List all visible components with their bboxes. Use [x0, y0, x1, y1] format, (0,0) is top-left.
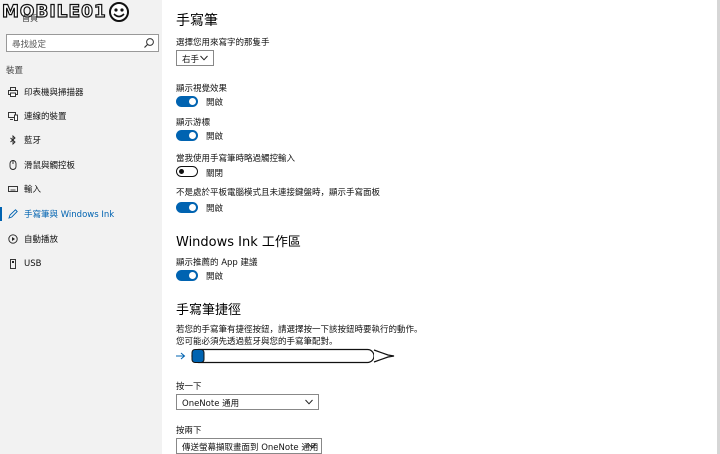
usb-icon — [8, 259, 18, 269]
toggle-label: 不是處於平板電腦模式且未連接鍵盤時，顯示手寫面板 — [176, 188, 381, 198]
double-click-dropdown[interactable]: 傳送螢幕擷取畫面到 OneNote 通用 — [176, 438, 322, 454]
double-click-label: 按兩下 — [176, 426, 202, 436]
sidebar-item-autoplay[interactable]: 自動播放 — [0, 228, 162, 250]
sidebar-item-label: USB — [24, 259, 42, 269]
chevron-down-icon — [308, 443, 316, 449]
sidebar-item-pen-windows-ink[interactable]: 手寫筆與 Windows Ink — [0, 203, 162, 225]
ignore-touch-toggle[interactable] — [176, 166, 198, 177]
devices-icon — [8, 111, 18, 121]
search-box[interactable]: 尋找設定 — [6, 34, 159, 52]
hand-choice-value: 右手 — [182, 55, 200, 65]
hand-choice-label: 選擇您用來寫字的那隻手 — [176, 38, 270, 48]
sidebar-item-printers[interactable]: 印表機與掃描器 — [0, 81, 162, 103]
sidebar-item-usb[interactable]: USB — [0, 253, 162, 275]
sidebar-item-label: 藍牙 — [24, 136, 42, 146]
sidebar-item-mouse-touchpad[interactable]: 滑鼠與觸控板 — [0, 154, 162, 176]
keyboard-icon — [8, 184, 18, 194]
show-visual-effects-toggle[interactable] — [176, 96, 198, 107]
sidebar-item-label: 滑鼠與觸控板 — [24, 161, 76, 171]
show-handwriting-panel-toggle[interactable] — [176, 202, 198, 213]
windows-ink-heading: Windows Ink 工作區 — [176, 235, 301, 250]
sidebar-item-label: 手寫筆與 Windows Ink — [24, 210, 115, 220]
pen-shortcuts-heading: 手寫筆捷徑 — [176, 303, 242, 318]
app-suggestions-toggle[interactable] — [176, 270, 198, 281]
printer-icon — [8, 87, 18, 97]
toggle-label: 顯示視覺效果 — [176, 84, 228, 94]
sidebar-item-label: 印表機與掃描器 — [24, 88, 84, 98]
search-icon[interactable] — [143, 37, 155, 49]
toggle-label: 顯示游標 — [176, 118, 211, 128]
autoplay-icon — [8, 234, 18, 244]
chevron-down-icon — [200, 55, 208, 61]
toggle-label: 顯示推薦的 App 建議 — [176, 258, 258, 268]
click-once-label: 按一下 — [176, 382, 202, 392]
click-once-dropdown[interactable]: OneNote 通用 — [176, 394, 319, 410]
sidebar-item-label: 輸入 — [24, 185, 42, 195]
toggle-label: 當我使用手寫筆時略過觸控輸入 — [176, 154, 296, 164]
home-link[interactable]: 首頁 — [22, 13, 38, 24]
shortcuts-description: 若您的手寫筆有捷徑按鈕，請選擇按一下該按鈕時要執行的動作。 — [176, 325, 423, 335]
logo-text: MOBILE01 — [1, 1, 107, 22]
section-title: 裝置 — [6, 66, 24, 76]
toggle-state: 開啟 — [206, 204, 224, 214]
search-input[interactable]: 尋找設定 — [12, 38, 46, 50]
sidebar-item-label: 自動播放 — [24, 235, 59, 245]
toggle-state: 開啟 — [206, 272, 224, 282]
pen-illustration — [176, 348, 395, 364]
page-title: 手寫筆 — [176, 13, 218, 29]
mouse-icon — [8, 160, 18, 170]
pen-icon — [8, 209, 18, 219]
toggle-state: 開啟 — [206, 98, 224, 108]
sidebar-item-bluetooth[interactable]: 藍牙 — [0, 129, 162, 151]
sidebar: MOBILE01 首頁 尋找設定 裝置 印表機與掃描器 連線的裝置 藍牙 滑鼠與… — [0, 0, 162, 454]
active-indicator — [0, 207, 2, 221]
show-cursor-toggle[interactable] — [176, 130, 198, 141]
chevron-down-icon — [305, 399, 313, 405]
double-click-value: 傳送螢幕擷取畫面到 OneNote 通用 — [182, 443, 319, 453]
settings-content: 手寫筆 選擇您用來寫字的那隻手 右手 顯示視覺效果 開啟 顯示游標 開啟 當我使… — [162, 0, 702, 454]
toggle-state: 關閉 — [206, 169, 224, 179]
sidebar-item-connected-devices[interactable]: 連線的裝置 — [0, 105, 162, 127]
click-once-value: OneNote 通用 — [182, 399, 240, 409]
toggle-state: 開啟 — [206, 132, 224, 142]
bluetooth-icon — [8, 135, 18, 145]
hand-choice-dropdown[interactable]: 右手 — [176, 50, 214, 66]
sidebar-item-label: 連線的裝置 — [24, 112, 67, 122]
sidebar-item-input[interactable]: 輸入 — [0, 178, 162, 200]
logo-face-icon — [108, 2, 129, 22]
